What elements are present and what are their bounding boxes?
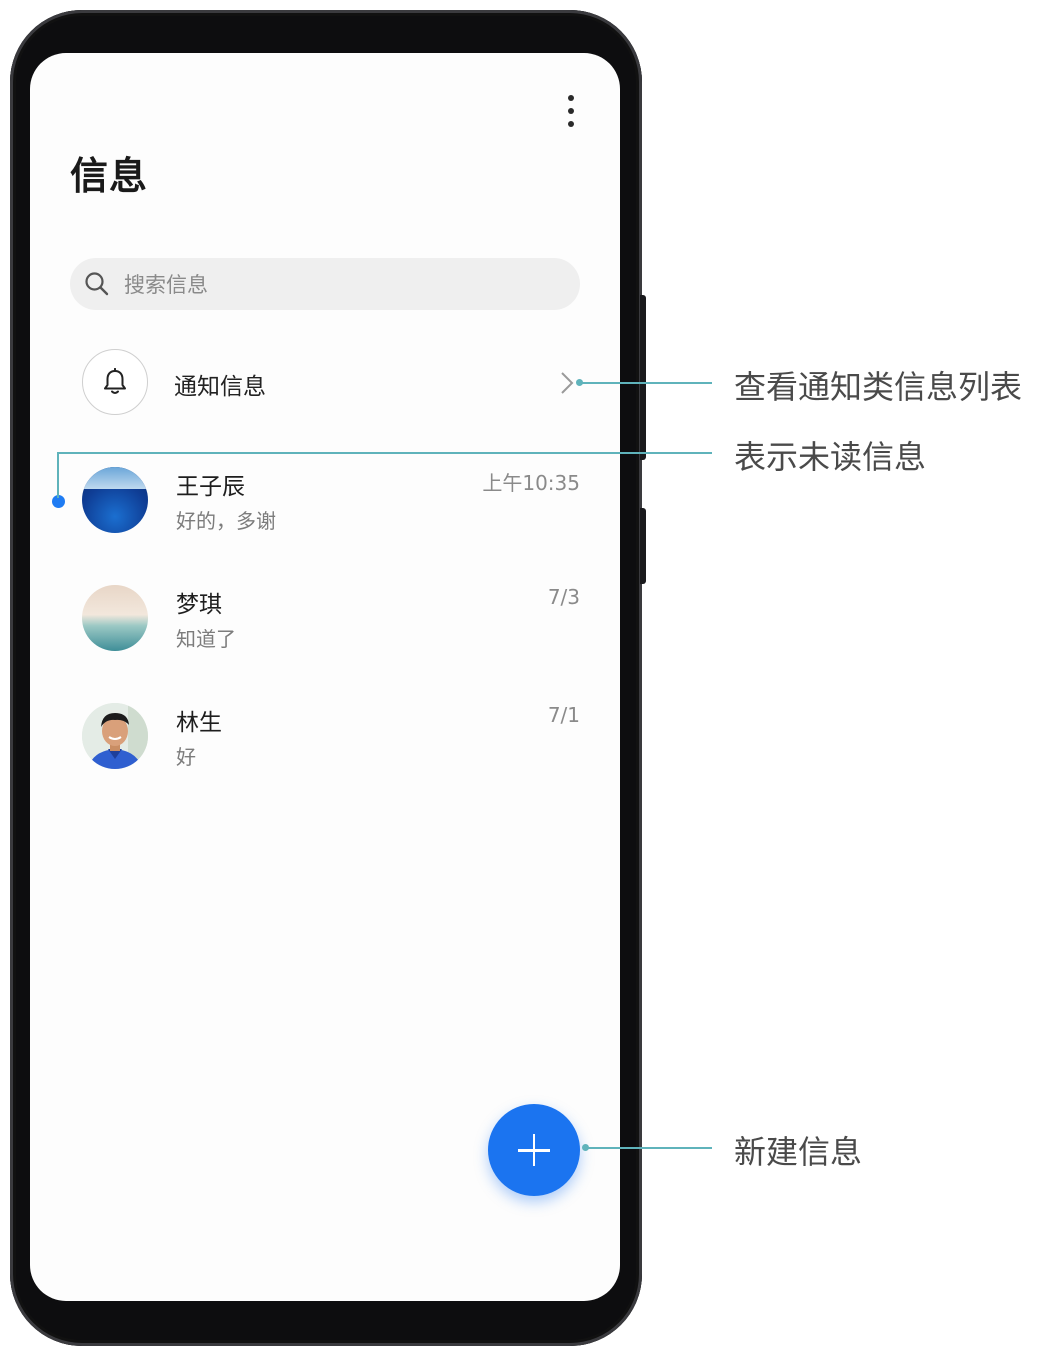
conversation-item[interactable]: 王子辰 好的，多谢 上午10:35 — [70, 467, 582, 557]
chevron-right-icon — [561, 372, 574, 394]
avatar — [82, 467, 148, 533]
search-input[interactable] — [122, 266, 566, 304]
annotation-unread: 表示未读信息 — [734, 438, 927, 476]
bell-icon — [104, 368, 126, 394]
contact-name: 王子辰 — [176, 474, 245, 500]
notification-messages-row[interactable]: 通知信息 — [70, 343, 582, 423]
person-photo — [82, 703, 148, 769]
power-button — [640, 508, 646, 584]
message-preview: 好的，多谢 — [176, 509, 276, 533]
conversation-item[interactable]: 林生 好 7/1 — [70, 703, 582, 793]
search-bar[interactable] — [70, 258, 580, 310]
conversation-item[interactable]: 梦琪 知道了 7/3 — [70, 585, 582, 675]
notification-label: 通知信息 — [174, 374, 266, 400]
search-icon — [85, 272, 109, 296]
volume-button — [640, 295, 646, 460]
page-title: 信息 — [70, 154, 149, 198]
callout-line — [586, 1147, 712, 1149]
message-time: 上午10:35 — [482, 471, 580, 495]
message-time: 7/3 — [547, 585, 580, 609]
message-preview: 好 — [176, 745, 196, 769]
messages-screen: 信息 通知信息 王子辰 好的，多谢 上午10:35 梦琪 知道了 7/3 — [30, 53, 620, 1301]
message-time: 7/1 — [547, 703, 580, 727]
avatar — [82, 585, 148, 651]
callout-line — [57, 452, 712, 454]
more-vertical-icon[interactable] — [556, 91, 586, 131]
bell-icon-container — [82, 349, 148, 415]
callout-line — [580, 382, 712, 384]
new-message-button[interactable] — [488, 1104, 580, 1196]
contact-name: 林生 — [176, 710, 222, 736]
contact-name: 梦琪 — [176, 592, 222, 618]
annotation-new-message: 新建信息 — [734, 1133, 863, 1171]
avatar — [82, 703, 148, 769]
annotation-notification-list: 查看通知类信息列表 — [734, 368, 1023, 406]
message-preview: 知道了 — [176, 627, 236, 651]
callout-line — [57, 452, 59, 498]
